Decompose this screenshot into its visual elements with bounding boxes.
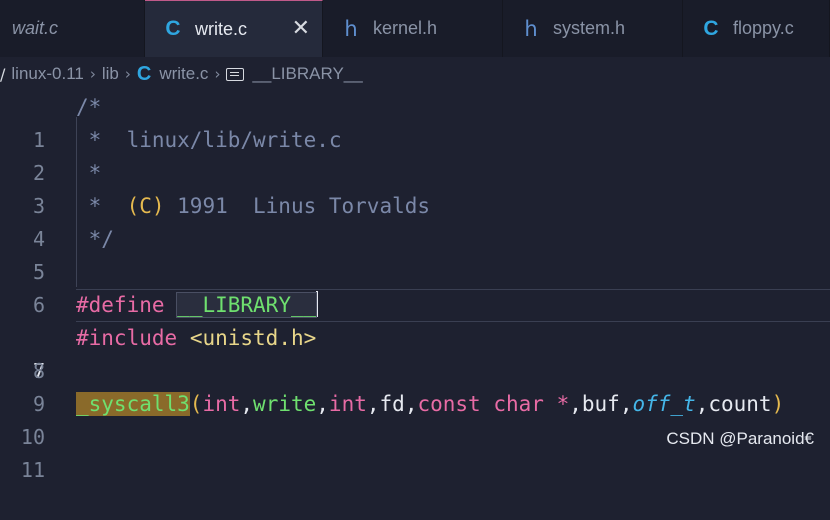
identifier-token: fd [379, 392, 405, 416]
punct-token: , [695, 392, 709, 416]
chevron-right-icon: › [124, 65, 131, 83]
comment-token: * linux/lib/write.c [76, 128, 342, 152]
function-token: _syscall3 [76, 392, 190, 416]
breadcrumb-file[interactable]: write.c [159, 64, 208, 84]
breadcrumb-folder[interactable]: lib [102, 64, 119, 84]
identifier-token: count [708, 392, 772, 416]
line-number: 11 [20, 458, 45, 482]
c-file-icon: C [165, 17, 181, 40]
punct-token: , [569, 392, 582, 416]
comment-token: */ [76, 227, 114, 251]
tab-system-h[interactable]: h system.h [503, 0, 683, 57]
paren-token: ( [189, 392, 203, 416]
c-file-icon: C [703, 16, 719, 40]
tab-kernel-h[interactable]: h kernel.h [323, 0, 503, 57]
c-file-icon: C [136, 62, 152, 85]
comment-token: /* [76, 95, 102, 119]
breadcrumb-root[interactable]: linux-0.11 [11, 64, 83, 84]
punct-token: , [404, 392, 418, 416]
code-line-current[interactable]: 7 #define __LIBRARY__ [0, 289, 830, 383]
tab-label: kernel.h [373, 18, 438, 38]
punct-token: , [240, 392, 254, 416]
code-line[interactable]: 1 /* [0, 91, 830, 152]
punct-token: , [366, 392, 380, 416]
close-icon[interactable]: ✕ [292, 16, 310, 41]
tab-write-c[interactable]: C write.c ✕ [145, 0, 323, 57]
tab-label: floppy.c [733, 18, 794, 38]
tab-floppy-c[interactable]: C floppy.c [683, 0, 830, 57]
identifier-token: write [253, 392, 317, 416]
code-line[interactable]: 10 _syscall3(int,write,int,fd,const char… [0, 388, 830, 449]
tab-label: system.h [553, 18, 626, 38]
text-cursor [316, 291, 319, 317]
keyword-token: int [328, 392, 367, 416]
chevron-right-icon: › [89, 65, 96, 83]
keyword-token: const [417, 392, 481, 416]
h-file-icon: h [524, 16, 538, 41]
paren-token: ) [771, 392, 785, 416]
code-line[interactable]: 8 #include <unistd.h> [0, 322, 830, 383]
punct-token: , [619, 392, 633, 416]
folder-icon: / [0, 64, 6, 84]
preprocessor-token: #define [76, 293, 165, 317]
keyword-token: char [493, 392, 544, 416]
include-path-token: <unistd.h> [189, 326, 317, 350]
type-token: off_t [632, 392, 696, 416]
tab-bar: wait.c C write.c ✕ h kernel.h h system.h… [0, 0, 830, 57]
breadcrumb: / linux-0.11 › lib › C write.c › __LIBRA… [0, 57, 830, 91]
code-line[interactable]: 4 * (C) 1991 Linus Torvalds [0, 190, 830, 251]
tab-wait-c[interactable]: wait.c [0, 0, 145, 57]
code-line[interactable]: 6 [0, 256, 830, 317]
operator-token: * [556, 392, 570, 416]
code-line[interactable]: 5 */ [0, 223, 830, 284]
symbol-constant-icon [226, 67, 245, 81]
copyright-token: (C) [126, 194, 165, 218]
chevron-right-icon: › [214, 65, 221, 83]
code-editor[interactable]: 1 /* 2 * linux/lib/write.c 3 * 4 * (C) 1… [0, 91, 830, 482]
watermark: CSDN @Paranoid€ [666, 429, 814, 448]
identifier-token: buf [581, 392, 620, 416]
tab-label: write.c [195, 18, 248, 39]
breadcrumb-symbol[interactable]: __LIBRARY__ [252, 64, 362, 84]
h-file-icon: h [344, 16, 358, 41]
code-line[interactable]: 2 * linux/lib/write.c [0, 124, 830, 185]
macro-token: __LIBRARY__ [176, 292, 318, 318]
preprocessor-token: #include [76, 326, 178, 350]
comment-token: 1991 Linus Torvalds [164, 194, 431, 218]
comment-token: * [76, 194, 127, 218]
code-line[interactable]: 9 [0, 355, 830, 416]
keyword-token: int [202, 392, 241, 416]
punct-token: , [316, 392, 329, 416]
code-line[interactable]: 3 * [0, 157, 830, 218]
tab-label: wait.c [12, 18, 59, 38]
comment-token: * [76, 161, 102, 185]
